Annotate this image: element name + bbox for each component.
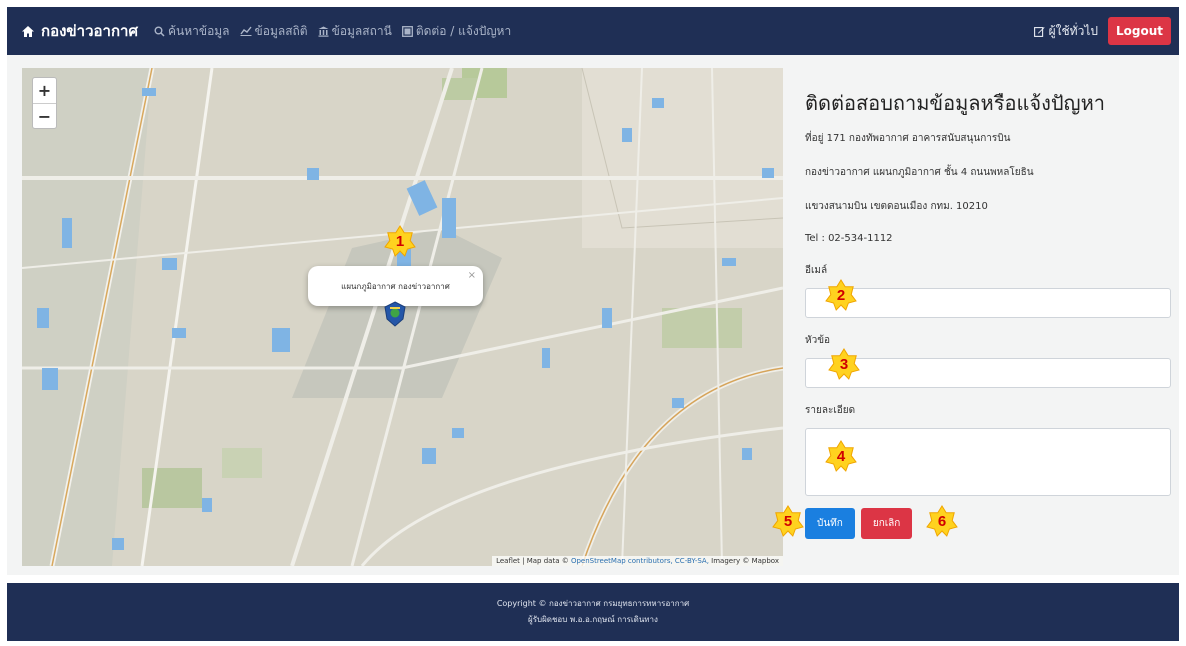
user-menu[interactable]: ผู้ใช้ทั่วไป <box>1033 22 1098 41</box>
map-popup: แผนกภูมิอากาศ กองข่าวอากาศ × <box>308 266 483 306</box>
brand-link[interactable]: กองข่าวอากาศ <box>21 19 138 43</box>
nav-item-statistics[interactable]: ข้อมูลสถิติ <box>239 22 308 41</box>
zoom-in-button[interactable]: + <box>33 78 56 103</box>
home-icon <box>22 25 34 37</box>
attribution-prefix: Leaflet | Map data © <box>496 557 571 565</box>
email-field[interactable] <box>805 288 1171 318</box>
page-title: ติดต่อสอบถามข้อมูลหรือแจ้งปัญหา <box>805 91 1105 115</box>
nav-item-label: ติดต่อ / แจ้งปัญหา <box>415 23 512 38</box>
badge-number: 4 <box>836 447 846 465</box>
user-label: ผู้ใช้ทั่วไป <box>1048 23 1098 38</box>
logout-button[interactable]: Logout <box>1107 17 1171 45</box>
attribution-suffix: Imagery © Mapbox <box>708 557 779 565</box>
badge-number: 5 <box>783 512 793 530</box>
address-line-2: กองข่าวอากาศ แผนกภูมิอากาศ ชั้น 4 ถนนพหล… <box>805 167 1034 178</box>
main-content: + − แผนกภูมิอากาศ กองข่าวอากาศ × Leaflet… <box>7 55 1179 575</box>
search-icon <box>154 26 165 37</box>
building-icon <box>318 26 329 37</box>
footer: Copyright © กองข่าวอากาศ กรมยุทธการทหารอ… <box>7 583 1179 641</box>
footer-responsible: ผู้รับผิดชอบ พ.อ.อ.กฤษณ์ การเดินทาง <box>528 615 658 624</box>
annotation-badge: 4 <box>825 440 857 472</box>
nav-item-stations[interactable]: ข้อมูลสถานี <box>318 22 392 41</box>
detail-label: รายละเอียด <box>805 405 856 416</box>
annotation-badge: 6 <box>926 505 958 537</box>
cancel-button[interactable]: ยกเลิก <box>860 508 913 539</box>
location-marker-icon[interactable] <box>384 301 406 327</box>
badge-number: 6 <box>937 512 947 530</box>
contact-panel: ติดต่อสอบถามข้อมูลหรือแจ้งปัญหา ที่อยู่ … <box>805 73 1175 539</box>
footer-copyright: Copyright © กองข่าวอากาศ กรมยุทธการทหารอ… <box>496 599 690 608</box>
contact-card-icon <box>401 25 413 37</box>
popup-text: แผนกภูมิอากาศ กองข่าวอากาศ <box>341 281 450 291</box>
email-label: อีเมล์ <box>805 265 828 276</box>
top-navbar: กองข่าวอากาศ ค้นหาข้อมูล ข้อมูลสถิติ ข้อ… <box>7 7 1179 55</box>
nav-item-contact[interactable]: ติดต่อ / แจ้งปัญหา <box>401 22 512 41</box>
popup-close-button[interactable]: × <box>468 270 476 281</box>
map-attribution: Leaflet | Map data © OpenStreetMap contr… <box>492 556 783 566</box>
annotation-badge: 2 <box>825 279 857 311</box>
nav-item-label: ข้อมูลสถิติ <box>254 23 308 38</box>
subject-label: หัวข้อ <box>805 335 831 346</box>
edit-icon <box>1033 26 1045 37</box>
address-line-3: แขวงสนามบิน เขตดอนเมือง กทม. 10210 <box>805 201 988 212</box>
map-view[interactable]: + − แผนกภูมิอากาศ กองข่าวอากาศ × Leaflet… <box>22 68 783 566</box>
brand-label: กองข่าวอากาศ <box>41 22 138 40</box>
address-line-1: ที่อยู่ 171 กองทัพอากาศ อาคารสนับสนุนการ… <box>805 133 1011 144</box>
badge-number: 2 <box>836 286 846 304</box>
badge-number: 3 <box>839 355 849 373</box>
annotation-badge: 1 <box>384 225 416 257</box>
nav-item-label: ค้นหาข้อมูล <box>167 23 230 38</box>
zoom-out-button[interactable]: − <box>33 103 56 128</box>
telephone-text: Tel : 02-534-1112 <box>805 233 893 244</box>
badge-number: 1 <box>395 232 405 250</box>
detail-textarea[interactable] <box>805 428 1171 496</box>
annotation-badge: 3 <box>828 348 860 380</box>
attribution-link[interactable]: OpenStreetMap contributors, CC-BY-SA, <box>571 557 709 565</box>
nav-item-search[interactable]: ค้นหาข้อมูล <box>154 22 230 41</box>
save-button[interactable]: บันทึก <box>805 508 855 539</box>
chart-icon <box>239 26 252 36</box>
nav-item-label: ข้อมูลสถานี <box>331 23 392 38</box>
zoom-control: + − <box>32 77 57 129</box>
annotation-badge: 5 <box>772 505 804 537</box>
